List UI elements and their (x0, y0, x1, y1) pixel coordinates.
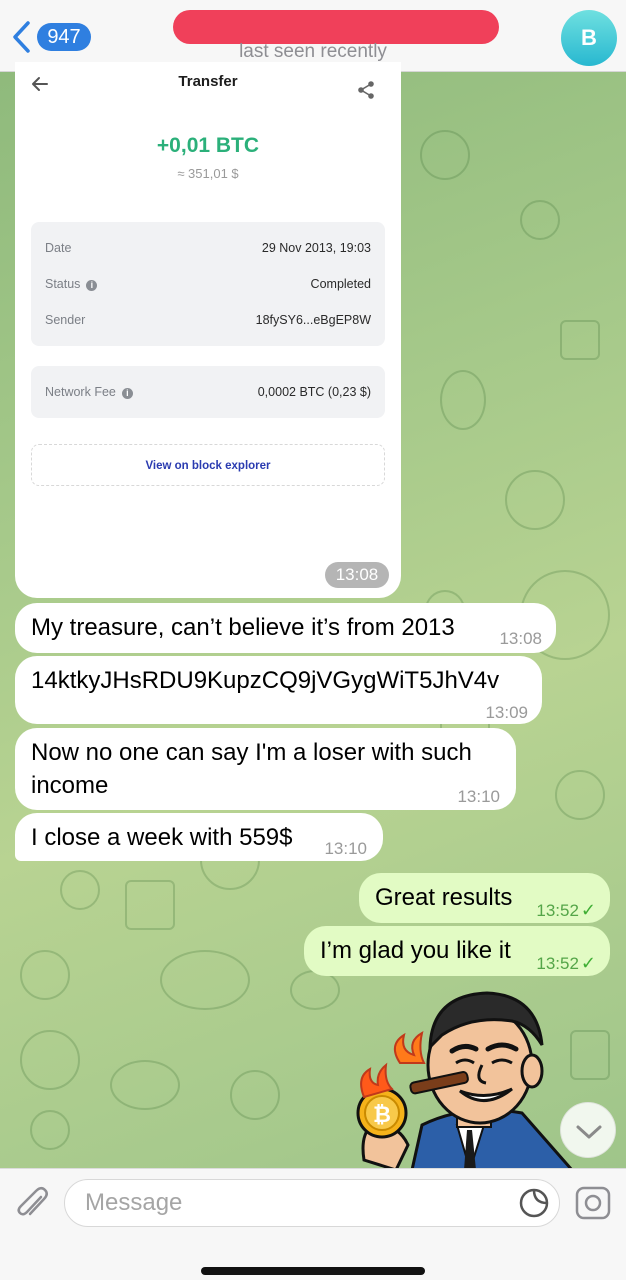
detail-value: 29 Nov 2013, 19:03 (261, 241, 371, 255)
read-check-icon: ✓ (580, 900, 596, 920)
info-icon: i (121, 388, 133, 399)
home-indicator (201, 1267, 425, 1275)
read-check-icon: ✓ (580, 953, 596, 973)
detail-label: Date (45, 241, 72, 255)
svg-text:₿: ₿ (373, 1103, 391, 1128)
message-text: 14ktkyJHsRDU9KupzCQ9jVGygWiT5JhV4v (31, 667, 500, 694)
sticker-icon[interactable] (518, 1187, 550, 1219)
message-text: Great results (375, 884, 513, 911)
outgoing-message[interactable]: Great results 13:52 ✓ (359, 873, 610, 923)
incoming-message[interactable]: Now no one can say I'm a loser with such… (15, 728, 516, 810)
detail-label: Status (45, 277, 81, 291)
info-icon: i (86, 280, 98, 291)
view-on-block-explorer-link: View on block explorer (31, 444, 385, 486)
message-input[interactable] (64, 1179, 560, 1227)
contact-avatar[interactable]: B (561, 10, 617, 66)
detail-label: Sender (45, 313, 86, 327)
message-time: 13:10 (457, 787, 500, 806)
incoming-message[interactable]: I close a week with 559$ 13:10 (15, 813, 383, 861)
fee-value: 0,0002 BTC (0,23 $) (257, 385, 371, 399)
detail-row-fee: Network Fee i 0,0002 BTC (0,23 $) (45, 385, 371, 403)
bitcoin-businessman-sticker[interactable]: ₿ (352, 985, 582, 1170)
detail-row-status: Status i Completed (45, 277, 371, 295)
transfer-amount: +0,01 BTC (156, 134, 260, 157)
detail-row-date: Date 29 Nov 2013, 19:03 (45, 241, 371, 259)
scroll-to-bottom-button[interactable] (560, 1102, 616, 1158)
message-time: 13:52 (536, 954, 579, 973)
message-text: My treasure, can’t believe it’s from 201… (31, 614, 455, 641)
message-text: Now no one can say I'm a loser with such… (31, 739, 472, 799)
transfer-screenshot-message[interactable]: Transfer +0,01 BTC ≈ 351,01 $ Date 29 No… (15, 62, 401, 598)
detail-value: Completed (310, 277, 371, 291)
message-time: 13:10 (324, 839, 367, 858)
transfer-fiat-value: ≈ 351,01 $ (177, 166, 239, 181)
message-time: 13:08 (499, 629, 542, 648)
outgoing-message[interactable]: I’m glad you like it 13:52 ✓ (304, 926, 610, 976)
incoming-message[interactable]: My treasure, can’t believe it’s from 201… (15, 603, 556, 653)
message-text: I close a week with 559$ (31, 824, 293, 851)
network-fee-box: Network Fee i 0,0002 BTC (0,23 $) (31, 366, 385, 418)
paperclip-icon[interactable] (14, 1183, 50, 1223)
detail-row-sender: Sender 18fySY6...eBgEP8W (45, 313, 371, 331)
last-seen-status: last seen recently (239, 41, 387, 62)
transfer-details-box: Date 29 Nov 2013, 19:03 Status i Complete… (31, 222, 385, 346)
message-text: I’m glad you like it (320, 937, 511, 964)
contact-name-redacted[interactable] (173, 10, 499, 44)
message-time: 13:08 (325, 562, 389, 588)
chevron-down-icon (576, 1125, 602, 1139)
detail-value: 18fySY6...eBgEP8W (255, 313, 371, 327)
fee-label: Network Fee (45, 385, 116, 399)
camera-icon[interactable] (574, 1185, 612, 1221)
transfer-title: Transfer (178, 73, 238, 90)
message-composer (0, 1168, 626, 1280)
message-time: 13:52 (536, 901, 579, 920)
incoming-message[interactable]: 14ktkyJHsRDU9KupzCQ9jVGygWiT5JhV4v 13:09 (15, 656, 542, 724)
message-time: 13:09 (485, 703, 528, 722)
